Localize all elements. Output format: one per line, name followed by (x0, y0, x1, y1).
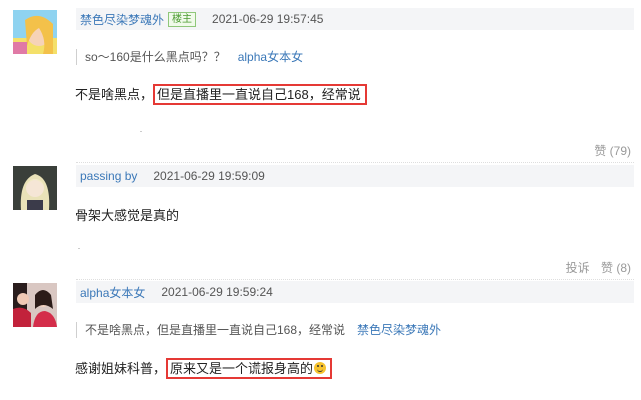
divider-dot (140, 131, 142, 132)
like-button[interactable]: 赞 (8) (601, 261, 631, 275)
quote-username[interactable]: alpha女本女 (238, 50, 303, 64)
comment-content: 骨架大感觉是真的 (75, 205, 179, 224)
highlighted-text: 但是直播里一直说自己168，经常说 (153, 84, 367, 105)
highlighted-text-label: 原来又是一个谎报身高的 (170, 361, 314, 376)
comment-meta-bar: alpha女本女 2021-06-29 19:59:24 (76, 281, 634, 303)
comment-timestamp: 2021-06-29 19:57:45 (212, 12, 324, 26)
report-button[interactable]: 投诉 (566, 261, 590, 275)
comment-text: 骨架大感觉是真的 (75, 208, 180, 223)
divider-dot (78, 248, 80, 249)
highlighted-text: 原来又是一个谎报身高的 (166, 358, 333, 379)
quoted-reply: so～160是什么黑点吗？？ alpha女本女 (76, 49, 303, 65)
avatar[interactable] (13, 283, 57, 327)
like-button[interactable]: 赞 (79) (594, 144, 631, 158)
grinning-face-icon (314, 362, 327, 374)
quote-text: 不是啥黑点，但是直播里一直说自己168，经常说 (85, 323, 346, 337)
comment-username[interactable]: 禁色尽染梦魂外 (80, 11, 164, 28)
comment-text: 感谢姐妹科普， (75, 361, 167, 376)
comment-content: 不是啥黑点， 但是直播里一直说自己168，经常说 (75, 84, 367, 105)
comment-timestamp: 2021-06-29 19:59:09 (153, 169, 265, 183)
comment-actions: 赞 (79) (594, 142, 631, 159)
quote-username[interactable]: 禁色尽染梦魂外 (357, 323, 441, 337)
comment-text: 不是啥黑点， (75, 87, 154, 102)
quote-text: so～160是什么黑点吗？？ (85, 50, 226, 64)
comment-meta-bar: passing by 2021-06-29 19:59:09 (76, 165, 634, 187)
comment-username[interactable]: alpha女本女 (80, 284, 145, 301)
avatar[interactable] (13, 10, 57, 54)
comment-content: 感谢姐妹科普， 原来又是一个谎报身高的 (75, 358, 333, 379)
comment-username[interactable]: passing by (80, 169, 137, 183)
comment-meta-bar: 禁色尽染梦魂外 楼主 2021-06-29 19:57:45 (76, 8, 634, 30)
comment-timestamp: 2021-06-29 19:59:24 (161, 285, 273, 299)
comment-actions: 投诉 赞 (8) (566, 259, 631, 276)
avatar[interactable] (13, 166, 57, 210)
comment-divider (76, 162, 634, 163)
op-badge: 楼主 (168, 11, 197, 27)
quoted-reply: 不是啥黑点，但是直播里一直说自己168，经常说 禁色尽染梦魂外 (76, 322, 441, 338)
comment-divider (76, 279, 634, 280)
